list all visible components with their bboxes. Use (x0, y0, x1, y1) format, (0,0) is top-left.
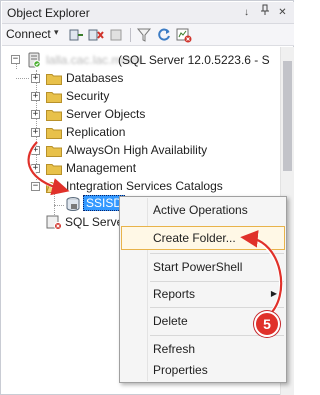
tree-item-security[interactable]: + Security (2, 87, 280, 105)
collapse-icon[interactable]: − (11, 55, 20, 64)
menu-item-properties[interactable]: Properties (121, 358, 285, 382)
tree-item-label: Replication (66, 123, 125, 141)
menu-separator (150, 253, 284, 254)
expand-icon[interactable]: + (31, 164, 40, 173)
connect-object-explorer-icon[interactable] (68, 27, 84, 43)
menu-item-reports[interactable]: Reports ▶ (121, 282, 285, 306)
tree-item-server-objects[interactable]: + Server Objects (2, 105, 280, 123)
object-explorer-panel: Object Explorer ↓ ✕ Connect ▾ (0, 0, 294, 395)
tree-item-label: AlwaysOn High Availability (66, 141, 207, 159)
toolbar-separator (130, 28, 131, 42)
context-menu: Active Operations Create Folder... Start… (119, 196, 287, 383)
connect-dropdown-icon[interactable]: ▾ (54, 27, 59, 38)
folder-icon (46, 126, 62, 138)
connect-button[interactable]: Connect (6, 27, 51, 41)
tree-item-ssisdb[interactable]: SSISD (2, 195, 120, 213)
menu-item-label: Create Folder... (153, 231, 236, 245)
tree-item-label: Databases (66, 69, 123, 87)
tree-item-replication[interactable]: + Replication (2, 123, 280, 141)
tree-item-label: SQL Serve (65, 213, 123, 231)
agent-icon (45, 214, 63, 235)
server-version-label: (SQL Server 12.0.5223.6 - S (118, 51, 270, 69)
tree-item-sql-server-agent[interactable]: SQL Serve (2, 213, 120, 231)
expand-icon[interactable]: + (31, 92, 40, 101)
expand-icon[interactable]: + (31, 146, 40, 155)
auto-hide-pin-icon[interactable] (256, 4, 273, 21)
refresh-icon[interactable] (156, 27, 172, 43)
tree-item-databases[interactable]: + Databases (2, 69, 280, 87)
menu-item-create-folder[interactable]: Create Folder... (121, 226, 285, 250)
menu-item-label: Delete (153, 314, 188, 328)
tree-item-management[interactable]: + Management (2, 159, 280, 177)
window-position-dropdown-icon[interactable]: ↓ (238, 4, 255, 21)
folder-icon (46, 144, 62, 156)
step-number-badge: 5 (254, 311, 280, 337)
tree-item-label: Server Objects (66, 105, 145, 123)
menu-item-label: Reports (153, 287, 195, 301)
expand-icon[interactable]: + (31, 74, 40, 83)
stop-icon[interactable] (108, 27, 124, 43)
collapse-icon[interactable]: − (31, 182, 40, 191)
tree-item-label: Management (66, 159, 136, 177)
menu-item-label: Properties (153, 363, 208, 377)
scrollbar-thumb[interactable] (283, 61, 292, 171)
filter-icon[interactable] (136, 27, 152, 43)
menu-item-start-powershell[interactable]: Start PowerShell (121, 255, 285, 279)
menu-item-label: Start PowerShell (153, 260, 242, 274)
tree-item-integration-services-catalogs[interactable]: − Integration Services Catalogs (2, 177, 280, 195)
server-node[interactable]: − lalla.cac.lac.mmm (SQL Server 12.0.522… (2, 51, 280, 69)
tree-item-label: Security (66, 87, 109, 105)
folder-open-icon (46, 180, 62, 192)
activity-monitor-icon[interactable] (176, 27, 192, 43)
tree-item-label: Integration Services Catalogs (66, 177, 223, 195)
menu-item-label: Active Operations (153, 203, 248, 217)
tree-item-alwayson[interactable]: + AlwaysOn High Availability (2, 141, 280, 159)
folder-icon (46, 108, 62, 120)
menu-separator (150, 307, 284, 308)
close-icon[interactable]: ✕ (274, 4, 291, 21)
folder-icon (46, 90, 62, 102)
submenu-arrow-icon: ▶ (271, 282, 277, 306)
panel-title: Object Explorer (7, 6, 90, 20)
menu-item-active-operations[interactable]: Active Operations (121, 198, 285, 222)
folder-icon (46, 72, 62, 84)
disconnect-icon[interactable] (88, 27, 104, 43)
menu-item-label: Refresh (153, 342, 195, 356)
folder-icon (46, 162, 62, 174)
expand-icon[interactable]: + (31, 128, 40, 137)
object-explorer-toolbar: Connect ▾ (2, 24, 294, 46)
expand-icon[interactable]: + (31, 110, 40, 119)
panel-title-bar: Object Explorer ↓ ✕ (2, 2, 294, 24)
